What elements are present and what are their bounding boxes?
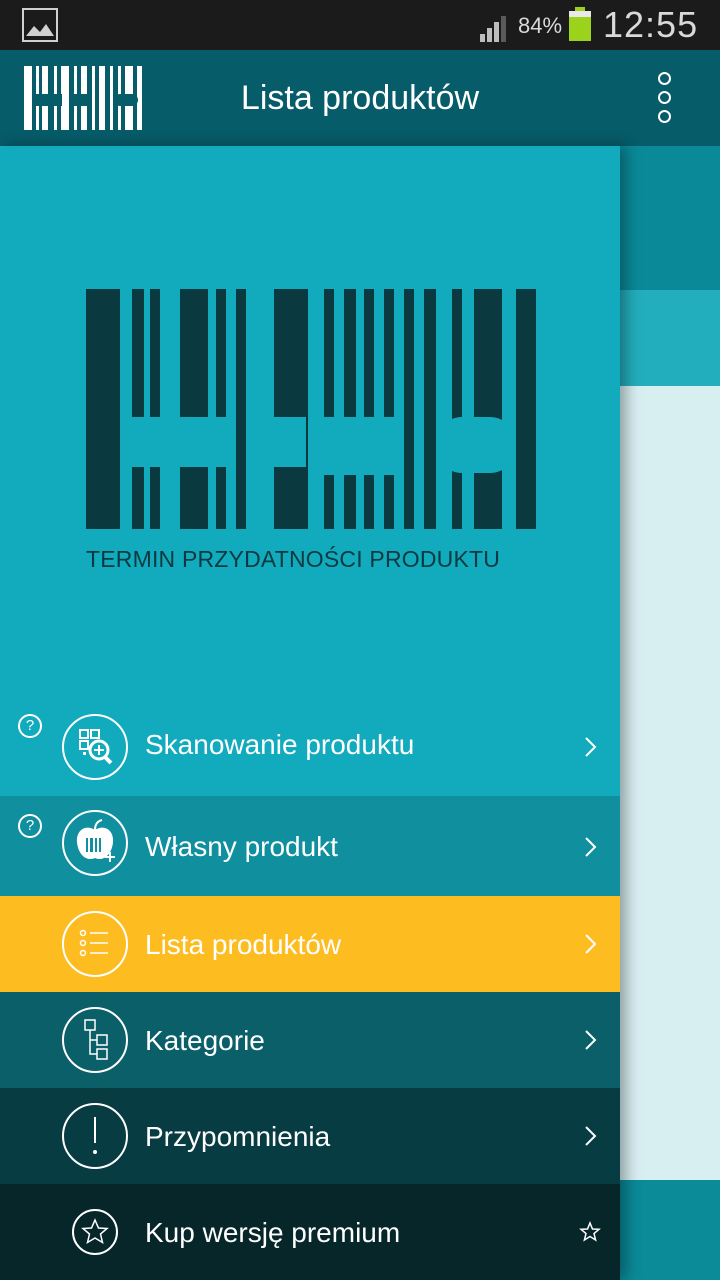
navigation-drawer: TERMIN PRZYDATNOŚCI PRODUKTU ? Skanowani…	[0, 146, 620, 1280]
menu-item-label: Kup wersję premium	[145, 1217, 401, 1248]
qr-scan-icon	[62, 714, 128, 780]
status-bar: 84% 12:55	[0, 0, 720, 50]
chevron-right-icon	[585, 737, 597, 757]
chevron-right-icon	[585, 1030, 597, 1050]
menu-item-label: Skanowanie produktu	[145, 729, 415, 760]
menu-item-premium[interactable]: Kup wersję premium	[0, 1184, 620, 1280]
picture-icon	[22, 8, 58, 42]
battery-percent: 84%	[518, 13, 563, 38]
help-icon[interactable]: ?	[18, 814, 42, 838]
menu-item-przypomnienia[interactable]: Przypomnienia	[0, 1088, 620, 1184]
menu-item-kategorie[interactable]: Kategorie	[0, 992, 620, 1088]
clock: 12:55	[603, 4, 699, 45]
signal-icon	[480, 16, 506, 42]
menu-item-label: Przypomnienia	[145, 1121, 331, 1152]
category-tree-icon	[62, 1007, 128, 1073]
app-bar: Lista produktów	[0, 50, 720, 146]
apple-barcode-icon	[62, 810, 128, 876]
help-icon[interactable]: ?	[18, 714, 42, 738]
star-icon	[72, 1209, 118, 1255]
menu-item-wlasny-produkt[interactable]: ? Własny produkt	[0, 796, 620, 896]
menu-item-label: Kategorie	[145, 1025, 265, 1056]
overflow-menu-icon[interactable]	[654, 72, 674, 124]
exclamation-icon	[62, 1103, 128, 1169]
chevron-right-icon	[585, 837, 597, 857]
page-title: Lista produktów	[240, 79, 480, 117]
chevron-right-icon	[585, 934, 597, 954]
list-icon	[62, 911, 128, 977]
menu-item-skanowanie[interactable]: ? Skanowanie produktu	[0, 698, 620, 796]
battery-icon	[569, 7, 591, 41]
menu-item-label: Lista produktów	[145, 929, 342, 960]
star-icon[interactable]	[579, 1221, 601, 1243]
menu-item-lista-produktow[interactable]: Lista produktów	[0, 896, 620, 992]
menu-item-label: Własny produkt	[145, 831, 338, 862]
brand-tagline: TERMIN PRZYDATNOŚCI PRODUKTU	[86, 546, 501, 572]
chevron-right-icon	[585, 1126, 597, 1146]
brand-logo	[86, 289, 536, 529]
